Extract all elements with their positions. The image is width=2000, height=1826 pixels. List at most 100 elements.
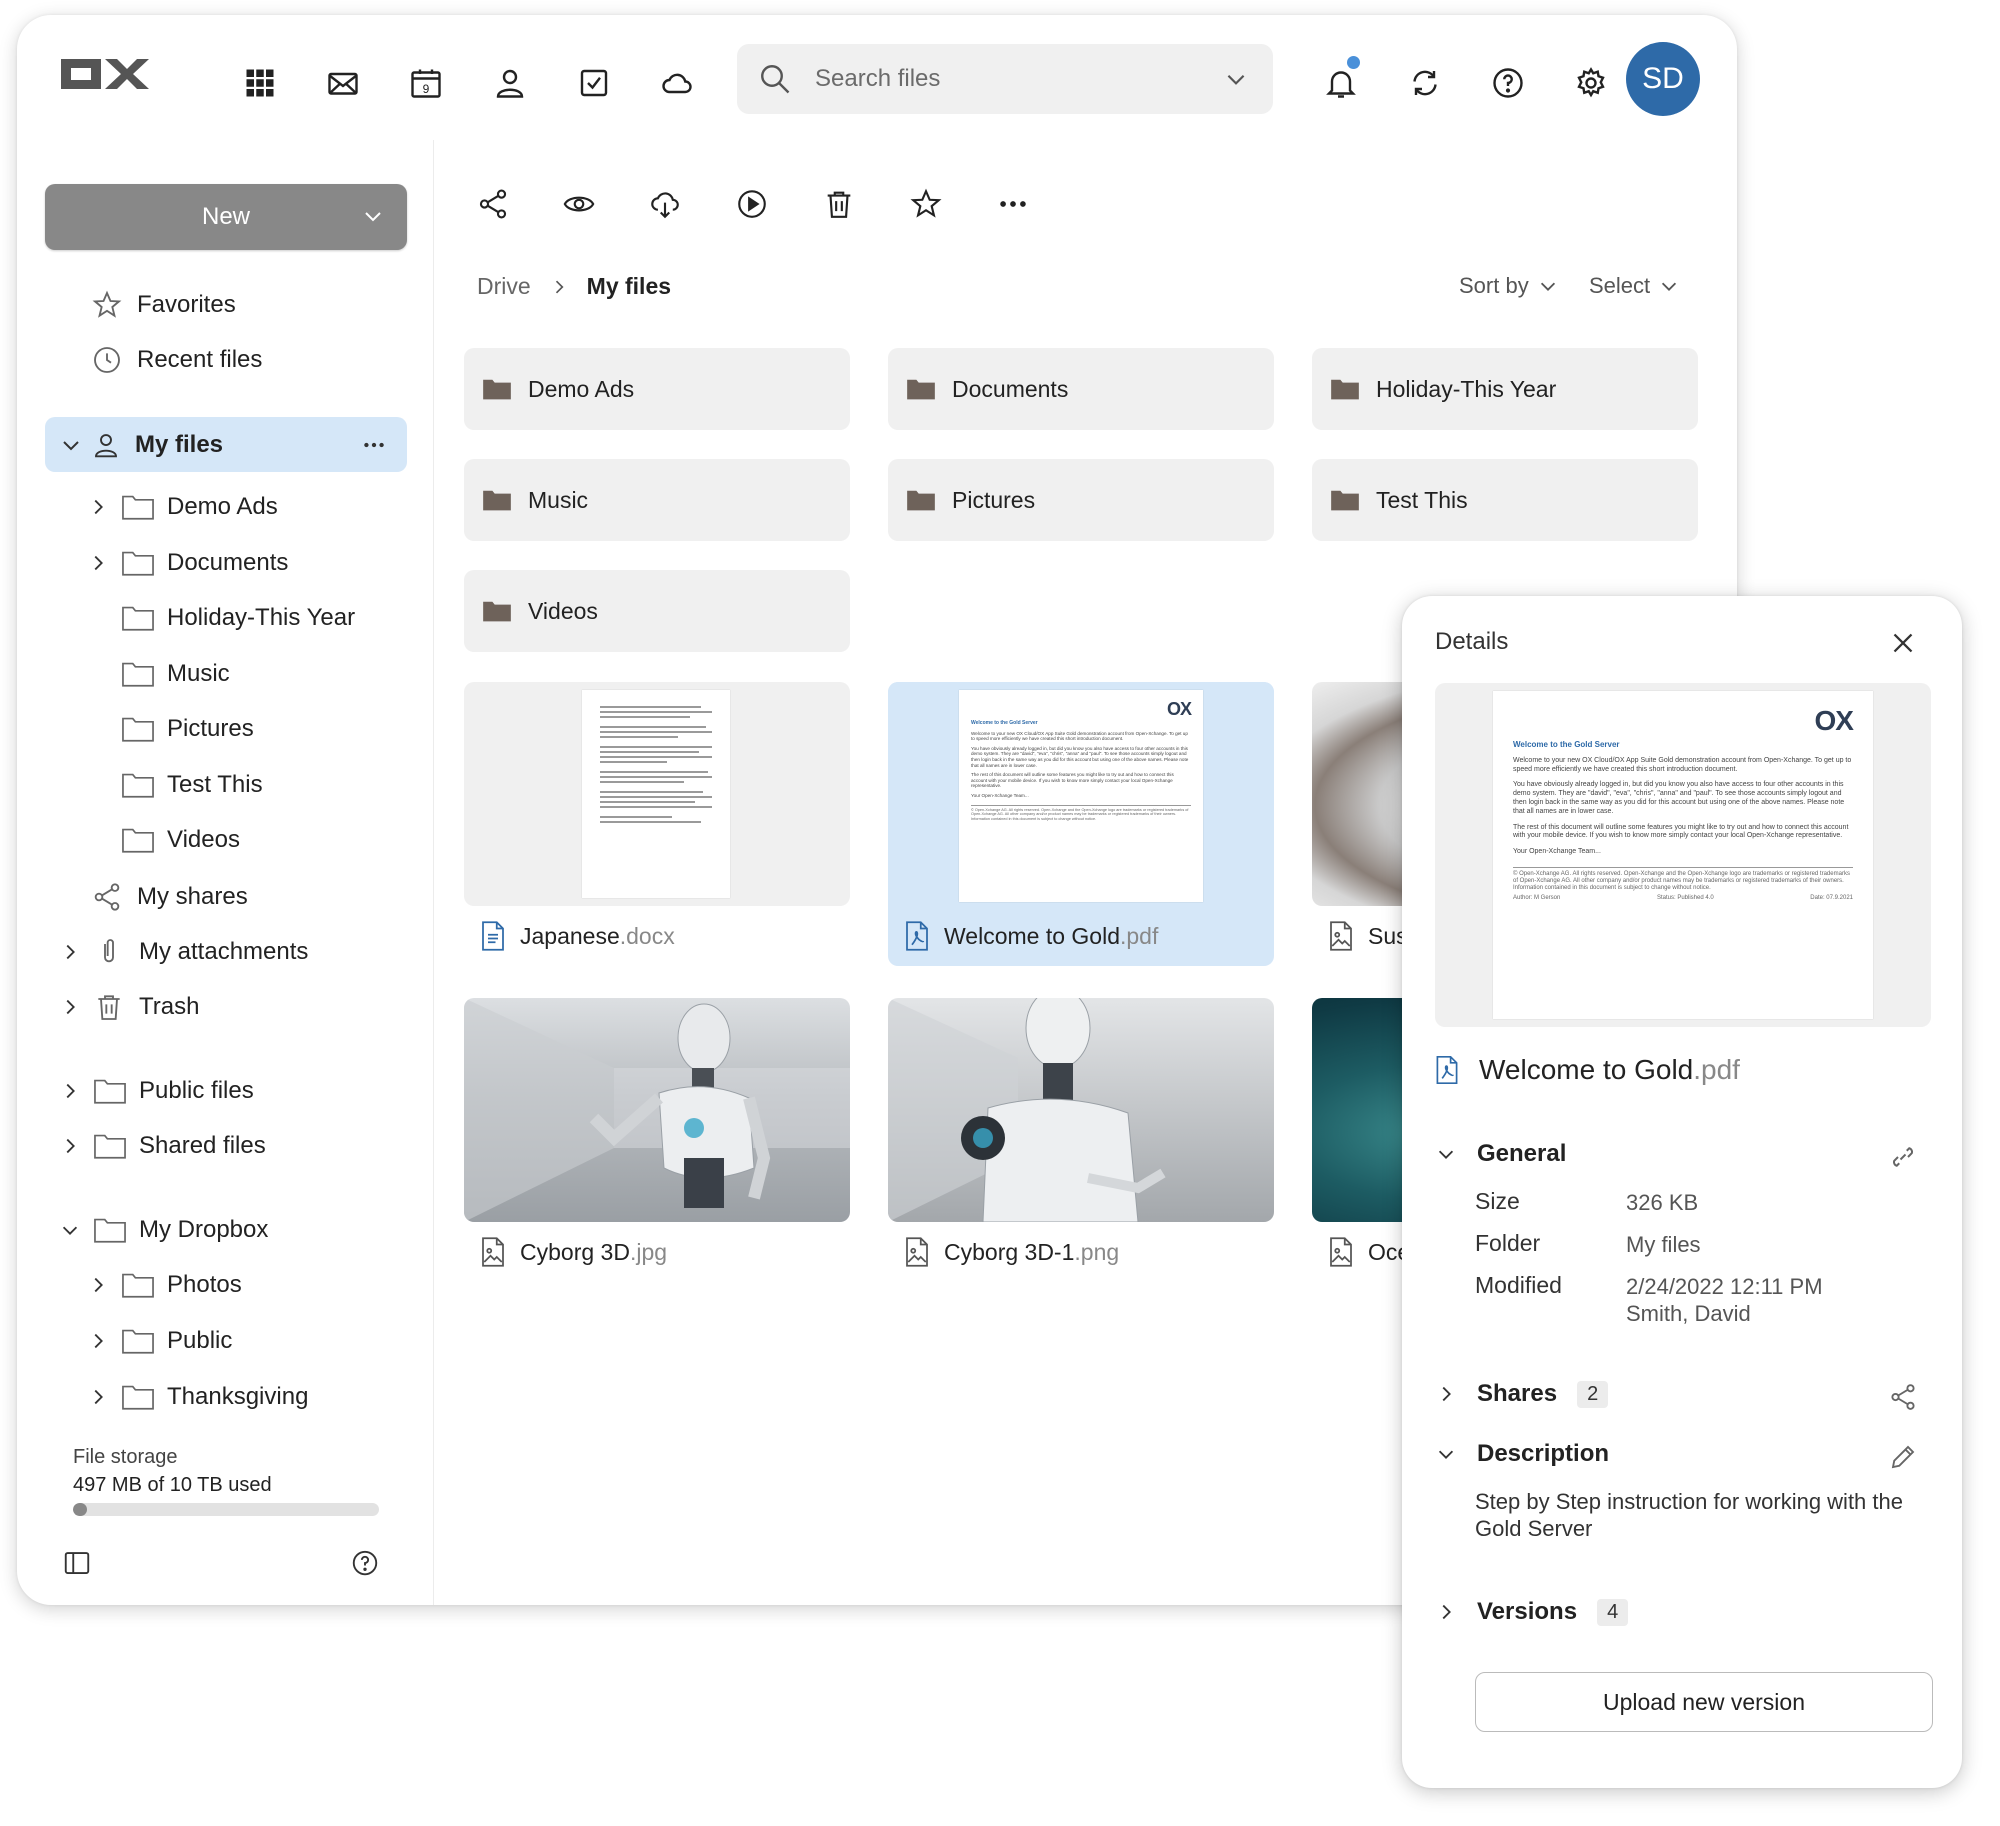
- sidebar-tree-folder[interactable]: Photos: [87, 1260, 242, 1310]
- sidebar-item-my-shares[interactable]: My shares: [91, 872, 248, 922]
- sidebar-item-label: Trash: [139, 993, 200, 1020]
- gear-icon[interactable]: [1567, 59, 1615, 107]
- doc-paragraph: Your Open-Xchange Team...: [1513, 848, 1601, 856]
- folder-icon: [907, 490, 935, 511]
- star-icon[interactable]: [902, 180, 950, 228]
- robot-image: [888, 998, 1166, 1222]
- folder-tile[interactable]: Demo Ads: [464, 348, 850, 430]
- pdf-icon: [1436, 1055, 1458, 1085]
- avatar[interactable]: SD: [1626, 42, 1700, 116]
- chevron-right-icon[interactable]: [87, 552, 109, 574]
- chevron-right-icon[interactable]: [59, 941, 81, 963]
- sidebar-item-label: Test This: [167, 770, 263, 798]
- chevron-down-icon[interactable]: [59, 1219, 81, 1241]
- tasks-icon[interactable]: [570, 59, 618, 107]
- mail-icon[interactable]: [319, 59, 367, 107]
- close-icon[interactable]: [1886, 626, 1920, 660]
- sidebar-tree-folder[interactable]: Public: [87, 1316, 232, 1366]
- file-card-cyborg-3d-1[interactable]: Cyborg 3D-1.png: [888, 998, 1274, 1282]
- sidebar-tree-folder[interactable]: Test This: [87, 760, 263, 810]
- sidebar-tree-folder[interactable]: Documents: [87, 538, 288, 588]
- play-icon[interactable]: [728, 180, 776, 228]
- storage-bar: [73, 1503, 379, 1516]
- contacts-icon[interactable]: [486, 59, 534, 107]
- user-icon: [95, 433, 117, 457]
- pencil-icon[interactable]: [1888, 1442, 1918, 1472]
- chevron-right-icon[interactable]: [87, 496, 109, 518]
- upload-new-version-button[interactable]: Upload new version: [1475, 1672, 1933, 1732]
- folder-tile[interactable]: Test This: [1312, 459, 1698, 541]
- folder-tile-label: Videos: [528, 597, 598, 624]
- cloud-icon[interactable]: [653, 59, 701, 107]
- sidebar-item-public-files[interactable]: Public files: [59, 1066, 254, 1116]
- file-card-cyborg-3d[interactable]: Cyborg 3D.jpg: [464, 998, 850, 1282]
- section-general[interactable]: General: [1435, 1140, 1566, 1168]
- chevron-right-icon[interactable]: [59, 1080, 81, 1102]
- more-icon[interactable]: [361, 432, 387, 458]
- sidebar-item-shared-files[interactable]: Shared files: [59, 1121, 266, 1171]
- sidebar-item-favorites[interactable]: Favorites: [91, 280, 236, 330]
- sidebar-toggle-icon[interactable]: [62, 1548, 92, 1578]
- section-shares[interactable]: Shares 2: [1435, 1380, 1609, 1408]
- chevron-right-icon[interactable]: [59, 1135, 81, 1157]
- refresh-icon[interactable]: [1401, 59, 1449, 107]
- section-description[interactable]: Description: [1435, 1440, 1609, 1468]
- help-icon[interactable]: [1484, 59, 1532, 107]
- sidebar-tree-folder[interactable]: Pictures: [87, 704, 254, 754]
- share-icon[interactable]: [469, 180, 517, 228]
- share-icon[interactable]: [1888, 1382, 1918, 1412]
- chevron-right-icon: [555, 280, 564, 293]
- storage-usage: 497 MB of 10 TB used: [73, 1474, 272, 1496]
- view-eye-icon[interactable]: [555, 180, 603, 228]
- folder-tile[interactable]: Pictures: [888, 459, 1274, 541]
- ox-logo[interactable]: [57, 55, 153, 93]
- chevron-down-icon[interactable]: [1223, 66, 1249, 92]
- apps-grid-icon[interactable]: [236, 59, 284, 107]
- file-card-welcome-to-gold[interactable]: OX Welcome to the Gold Server Welcome to…: [888, 682, 1274, 966]
- sidebar-tree-folder[interactable]: Thanksgiving: [87, 1372, 308, 1422]
- sidebar-tree-folder[interactable]: Videos: [87, 815, 240, 865]
- sidebar: New Favorites Recent files My files Demo…: [17, 140, 434, 1605]
- paperclip-icon: [104, 939, 114, 963]
- sidebar-tree-folder[interactable]: Demo Ads: [87, 482, 278, 532]
- sidebar-item-my-attachments[interactable]: My attachments: [59, 927, 308, 977]
- folder-tile[interactable]: Music: [464, 459, 850, 541]
- help-icon[interactable]: [350, 1548, 380, 1578]
- chevron-right-icon[interactable]: [87, 1274, 109, 1296]
- chevron-right-icon: [1442, 1604, 1451, 1620]
- section-versions[interactable]: Versions 4: [1435, 1598, 1629, 1626]
- search-bar[interactable]: [737, 44, 1273, 114]
- share-icon: [94, 883, 120, 911]
- delete-icon[interactable]: [815, 180, 863, 228]
- chevron-right-icon[interactable]: [87, 1386, 109, 1408]
- breadcrumb-drive[interactable]: Drive: [477, 273, 531, 300]
- link-icon[interactable]: [1888, 1142, 1918, 1172]
- download-icon[interactable]: [641, 180, 689, 228]
- sidebar-tree-folder[interactable]: Holiday-This Year: [87, 593, 355, 643]
- chevron-down-icon: [1438, 1150, 1454, 1159]
- sort-by-dropdown[interactable]: Sort by: [1459, 273, 1559, 299]
- sidebar-item-recent[interactable]: Recent files: [91, 335, 262, 385]
- chevron-right-icon[interactable]: [59, 996, 81, 1018]
- folder-tile[interactable]: Videos: [464, 570, 850, 652]
- new-button[interactable]: New: [45, 184, 407, 250]
- search-icon: [761, 65, 790, 94]
- chevron-down-icon[interactable]: [59, 433, 83, 457]
- file-card-japanese[interactable]: Japanese.docx: [464, 682, 850, 966]
- folder-tile[interactable]: Holiday-This Year: [1312, 348, 1698, 430]
- chevron-down-icon: [1540, 282, 1555, 291]
- more-icon[interactable]: [989, 180, 1037, 228]
- search-input[interactable]: [815, 65, 1195, 93]
- folder-tile[interactable]: Documents: [888, 348, 1274, 430]
- calendar-icon[interactable]: 9: [402, 59, 450, 107]
- sidebar-tree-folder[interactable]: Music: [87, 649, 230, 699]
- folder-value[interactable]: My files: [1626, 1231, 1701, 1258]
- chevron-right-icon[interactable]: [87, 1330, 109, 1352]
- sidebar-item-my-dropbox[interactable]: My Dropbox: [59, 1205, 268, 1255]
- select-dropdown[interactable]: Select: [1589, 273, 1680, 299]
- sidebar-item-my-files[interactable]: My files: [45, 417, 407, 472]
- file-name: Welcome to Gold.pdf: [944, 922, 1159, 949]
- sidebar-item-trash[interactable]: Trash: [59, 982, 199, 1032]
- shares-count-badge: 2: [1577, 1380, 1609, 1408]
- doc-meta: Author: M Gerson Status: Published 4.0 Dat…: [1513, 894, 1853, 901]
